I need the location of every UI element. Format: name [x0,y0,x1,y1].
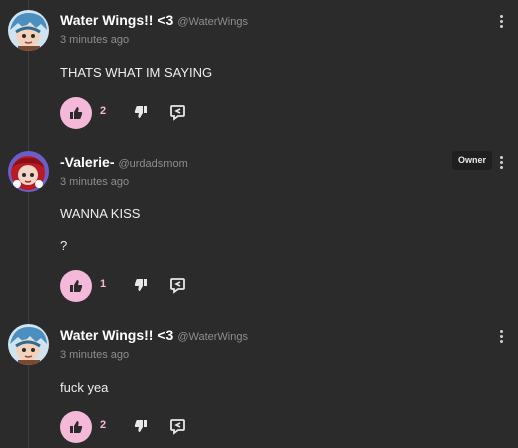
reply-icon [170,278,185,294]
comment-header: -Valerie- @urdadsmom [60,154,188,172]
timestamp: 3 minutes ago [60,34,130,46]
like-count: 1 [100,278,107,290]
comment-text: WANNA KISS [60,206,141,221]
user-handle[interactable]: @WaterWings [177,16,248,28]
avatar[interactable] [8,151,49,192]
comment-text: fuck yea [60,380,109,395]
like-count: 2 [100,419,107,431]
thumbs-down-icon [134,279,147,291]
user-handle[interactable]: @urdadsmom [118,158,187,170]
thumbs-up-icon [70,421,83,433]
comment-thread: Water Wings!! <3 @WaterWings 3 minutes ag… [0,0,518,448]
username[interactable]: Water Wings!! <3 [60,12,173,28]
reply-button[interactable] [169,104,186,121]
more-options-button[interactable] [494,155,508,173]
avatar[interactable] [8,10,49,51]
like-button[interactable] [60,270,92,302]
dislike-button[interactable] [134,278,150,294]
comment-header: Water Wings!! <3 @WaterWings [60,327,248,345]
reply-button[interactable] [169,277,186,294]
comment-header: Water Wings!! <3 @WaterWings [60,12,248,30]
username[interactable]: Water Wings!! <3 [60,327,173,343]
dislike-button[interactable] [134,419,150,435]
avatar[interactable] [8,324,49,365]
reply-button[interactable] [169,418,186,435]
timestamp: 3 minutes ago [60,349,130,361]
thumbs-down-icon [134,420,147,432]
comment-text: ? [60,238,68,253]
comment-text: THATS WHAT IM SAYING [60,65,213,80]
like-count: 2 [100,105,107,117]
owner-badge: Owner [452,151,492,170]
thumbs-up-icon [70,280,83,292]
reply-icon [170,419,185,435]
thumbs-down-icon [134,106,147,118]
thumbs-up-icon [70,107,83,119]
username[interactable]: -Valerie- [60,154,114,170]
like-button[interactable] [60,411,92,443]
thread-line [28,0,29,448]
reply-icon [170,105,185,121]
user-handle[interactable]: @WaterWings [177,331,248,343]
like-button[interactable] [60,97,92,129]
dislike-button[interactable] [134,105,150,121]
more-options-button[interactable] [494,14,508,32]
more-options-button[interactable] [494,329,508,347]
timestamp: 3 minutes ago [60,176,130,188]
